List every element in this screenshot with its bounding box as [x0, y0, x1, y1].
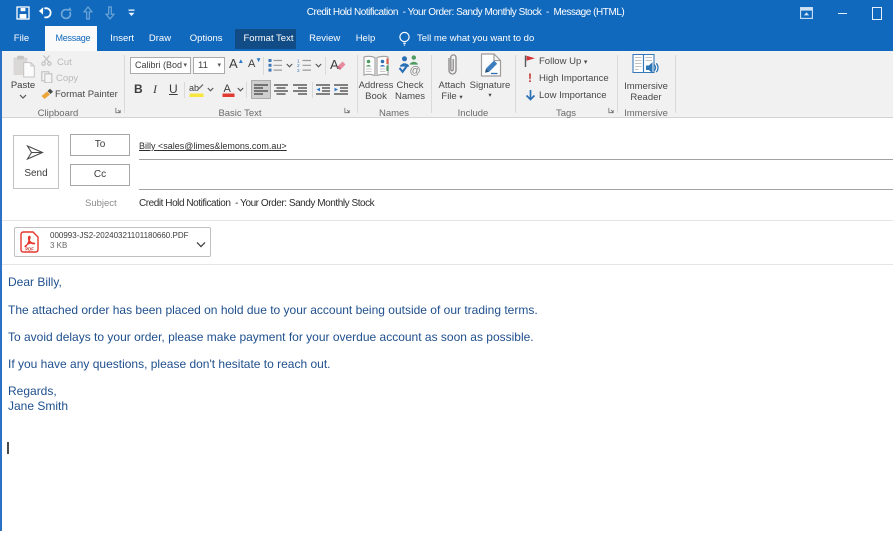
svg-text:@: @: [410, 65, 421, 77]
svg-text:3: 3: [297, 68, 300, 72]
svg-text:A: A: [224, 83, 232, 95]
svg-text:A: A: [330, 57, 339, 72]
svg-text:PDF: PDF: [25, 247, 34, 252]
svg-text:ab: ab: [189, 83, 199, 93]
